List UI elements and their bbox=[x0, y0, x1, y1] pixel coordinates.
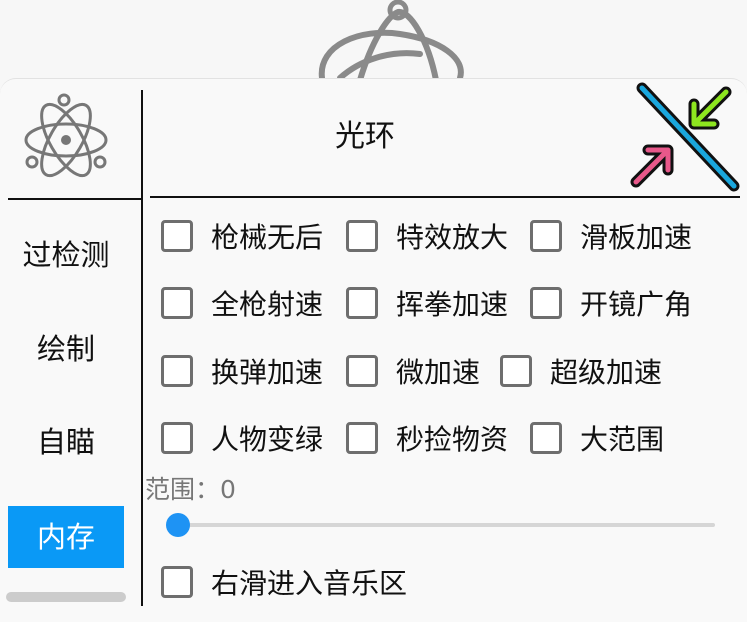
option-label: 特效放大 bbox=[396, 221, 509, 254]
option-checkbox[interactable]: 超级加速 bbox=[500, 351, 662, 391]
checkbox-box[interactable] bbox=[530, 422, 562, 454]
option-label: 枪械无后 bbox=[211, 221, 324, 254]
option-label: 换弹加速 bbox=[211, 356, 324, 389]
atom-logo-icon bbox=[24, 93, 108, 178]
range-label: 范围：0 bbox=[145, 472, 236, 508]
option-checkbox[interactable]: 枪械无后 bbox=[161, 216, 323, 256]
option-checkbox[interactable]: 微加速 bbox=[346, 351, 480, 391]
option-label: 人物变绿 bbox=[211, 423, 324, 456]
option-checkbox[interactable]: 开镜广角 bbox=[530, 283, 692, 323]
sidebar-item-aim[interactable]: 自瞄 bbox=[8, 411, 124, 473]
option-checkbox[interactable]: 人物变绿 bbox=[161, 418, 323, 458]
checkbox-box[interactable] bbox=[161, 566, 193, 598]
option-label: 微加速 bbox=[396, 356, 481, 389]
atom-logo-icon bbox=[318, 0, 464, 82]
checkbox-box[interactable] bbox=[530, 220, 562, 252]
checkbox-box[interactable] bbox=[346, 355, 378, 387]
option-label: 大范围 bbox=[580, 423, 665, 456]
sidebar-item-detection[interactable]: 过检测 bbox=[8, 224, 124, 286]
slider-thumb[interactable] bbox=[166, 513, 190, 537]
checkbox-box[interactable] bbox=[530, 287, 562, 319]
option-checkbox[interactable]: 大范围 bbox=[530, 418, 664, 458]
option-label: 秒捡物资 bbox=[396, 423, 509, 456]
sidebar-item-memory[interactable]: 内存 bbox=[8, 506, 124, 568]
page-title: 光环 bbox=[335, 119, 395, 154]
checkbox-box[interactable] bbox=[500, 355, 532, 387]
sidebar-divider bbox=[8, 198, 141, 200]
option-label: 开镜广角 bbox=[580, 288, 693, 321]
option-checkbox[interactable]: 挥拳加速 bbox=[346, 283, 508, 323]
range-value: 0 bbox=[220, 475, 236, 504]
vertical-divider bbox=[141, 90, 143, 606]
option-checkbox[interactable]: 滑板加速 bbox=[530, 216, 692, 256]
option-label: 滑板加速 bbox=[580, 221, 693, 254]
checkbox-box[interactable] bbox=[161, 422, 193, 454]
option-checkbox[interactable]: 换弹加速 bbox=[161, 351, 323, 391]
option-checkbox[interactable]: 秒捡物资 bbox=[346, 418, 508, 458]
music-checkbox[interactable]: 右滑进入音乐区 bbox=[161, 562, 407, 602]
range-label-text: 范围： bbox=[145, 475, 221, 504]
header-divider bbox=[150, 196, 740, 198]
checkbox-box[interactable] bbox=[161, 220, 193, 252]
option-label: 超级加速 bbox=[550, 356, 663, 389]
checkbox-box[interactable] bbox=[346, 220, 378, 252]
option-label: 全枪射速 bbox=[211, 288, 324, 321]
option-checkbox[interactable]: 全枪射速 bbox=[161, 283, 323, 323]
checkbox-box[interactable] bbox=[161, 287, 193, 319]
music-label: 右滑进入音乐区 bbox=[211, 567, 408, 600]
sidebar-scrollbar[interactable] bbox=[6, 592, 126, 602]
sidebar-item-draw[interactable]: 绘制 bbox=[8, 318, 124, 380]
checkbox-box[interactable] bbox=[346, 422, 378, 454]
collapse-arrows-icon[interactable] bbox=[628, 82, 742, 192]
option-label: 挥拳加速 bbox=[396, 288, 509, 321]
range-slider[interactable] bbox=[178, 523, 715, 527]
checkbox-box[interactable] bbox=[161, 355, 193, 387]
checkbox-box[interactable] bbox=[346, 287, 378, 319]
option-checkbox[interactable]: 特效放大 bbox=[346, 216, 508, 256]
